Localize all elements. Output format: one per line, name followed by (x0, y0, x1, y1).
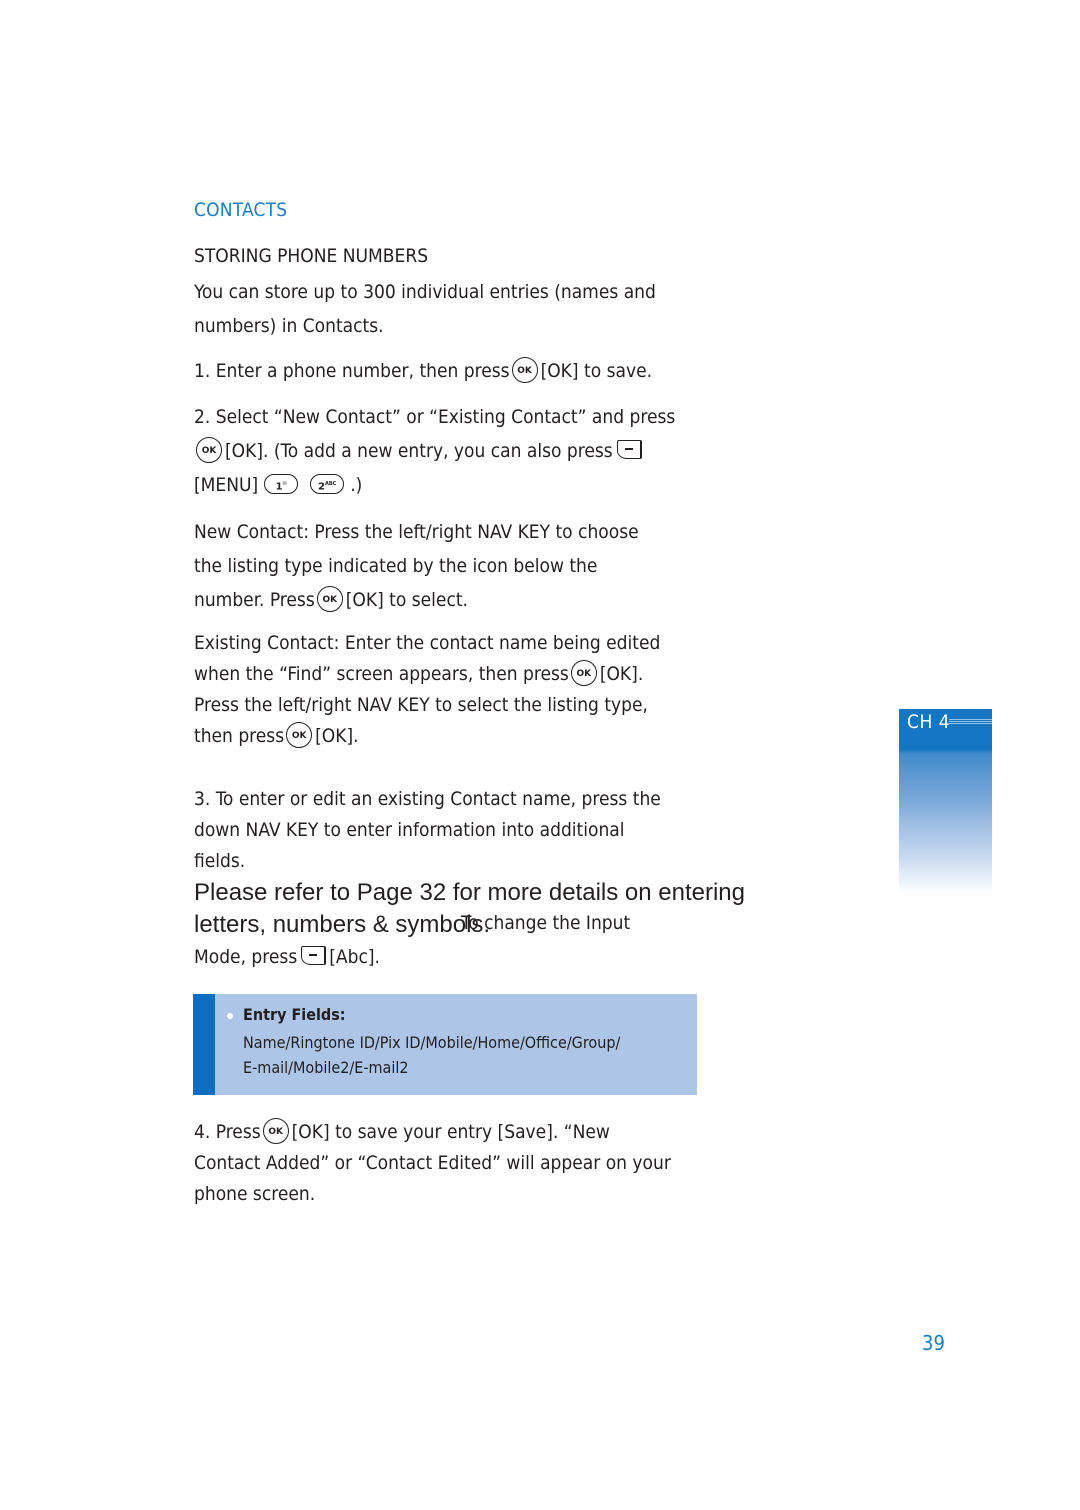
ok-key-icon: OK (262, 1117, 289, 1144)
tip-text: Name/Ringtone ID/Pix ID/Mobile/Home/Offi… (243, 1030, 620, 1080)
step-4-line: 4. Press (194, 1121, 261, 1143)
key-1-label: 1 (275, 480, 283, 492)
tip-title: Entry Fields: (243, 1005, 346, 1024)
ok-key-icon: OK (511, 356, 538, 383)
intro-paragraph: You can store up to 300 individual entri… (194, 275, 714, 343)
new-contact-paragraph: New Contact: Press the left/right NAV KE… (194, 515, 714, 617)
existing-contact-line: Existing Contact: Enter the contact name… (194, 632, 661, 654)
softkey-icon (301, 946, 327, 965)
chapter-tab: CH 4 (899, 709, 992, 894)
intro-line: numbers) in Contacts. (194, 315, 384, 337)
step-2: 2. Select “New Contact” or “Existing Con… (194, 400, 714, 502)
ok-key-icon: OK (316, 585, 343, 612)
step-2-line: [OK]. (To add a new entry, you can also … (225, 440, 613, 462)
page-number: 39 (922, 1331, 945, 1355)
input-mode-after: [Abc]. (329, 946, 380, 968)
new-contact-line: New Contact: Press the left/right NAV KE… (194, 521, 639, 543)
menu-label: [MENU] (194, 474, 259, 496)
key-1-icon: 1✉ (264, 473, 299, 494)
input-mode-before: Mode, press (194, 946, 298, 968)
section-title: CONTACTS (194, 199, 288, 221)
tip-box: Entry Fields: Name/Ringtone ID/Pix ID/Mo… (193, 994, 697, 1095)
ok-key-icon: OK (570, 659, 597, 686)
reference-line: Please refer to Page 32 for more details… (194, 879, 745, 906)
new-contact-line: number. Press (194, 589, 315, 611)
subsection-title: STORING PHONE NUMBERS (194, 245, 429, 267)
tip-accent-bar (193, 994, 215, 1095)
input-mode-text: To change the Input (461, 912, 631, 934)
step-3: 3. To enter or edit an existing Contact … (194, 784, 714, 877)
step-3-line: down NAV KEY to enter information into a… (194, 819, 625, 841)
existing-contact-line: then press (194, 725, 285, 747)
step-4-line: Contact Added” or “Contact Edited” will … (194, 1152, 671, 1174)
tip-line: E-mail/Mobile2/E-mail2 (243, 1058, 409, 1077)
step-4-line-end: [OK] to save your entry [Save]. “New (291, 1121, 610, 1143)
existing-contact-line-end: [OK]. (599, 663, 644, 685)
bullet-icon (227, 1013, 233, 1019)
input-mode-line: Mode, press [Abc]. (194, 940, 714, 974)
step-3-line: fields. (194, 850, 246, 872)
envelope-icon: ✉ (282, 480, 287, 487)
step-4-line: phone screen. (194, 1183, 316, 1205)
chapter-tab-lines (949, 719, 992, 725)
step-2-line: 2. Select “New Contact” or “Existing Con… (194, 406, 676, 428)
key-2-sub: ABC (325, 480, 337, 487)
chapter-label: CH 4 (907, 711, 951, 733)
existing-contact-line: Press the left/right NAV KEY to select t… (194, 694, 648, 716)
existing-contact-line-end: [OK]. (315, 725, 359, 747)
step-2-line-end: .) (350, 474, 363, 496)
step-1-text-end: [OK] to save. (540, 360, 653, 382)
tip-line: Name/Ringtone ID/Pix ID/Mobile/Home/Offi… (243, 1033, 621, 1052)
intro-line: You can store up to 300 individual entri… (194, 281, 656, 303)
step-4: 4. Press OK [OK] to save your entry [Save]… (194, 1117, 714, 1210)
menu-softkey-icon (616, 440, 642, 459)
step-1-text: 1. Enter a phone number, then press (194, 360, 510, 382)
existing-contact-paragraph: Existing Contact: Enter the contact name… (194, 628, 714, 752)
step-1: 1. Enter a phone number, then press OK [OK… (194, 354, 714, 388)
new-contact-line: the listing type indicated by the icon b… (194, 555, 598, 577)
ok-key-icon: OK (196, 436, 222, 463)
step-3-line: 3. To enter or edit an existing Contact … (194, 788, 661, 810)
existing-contact-line: when the “Find” screen appears, then pre… (194, 663, 569, 685)
key-2-label: 2 (318, 480, 325, 492)
new-contact-line-end: [OK] to select. (345, 589, 468, 611)
ok-key-icon: OK (286, 721, 313, 748)
key-2-icon: 2ABC (310, 473, 345, 494)
